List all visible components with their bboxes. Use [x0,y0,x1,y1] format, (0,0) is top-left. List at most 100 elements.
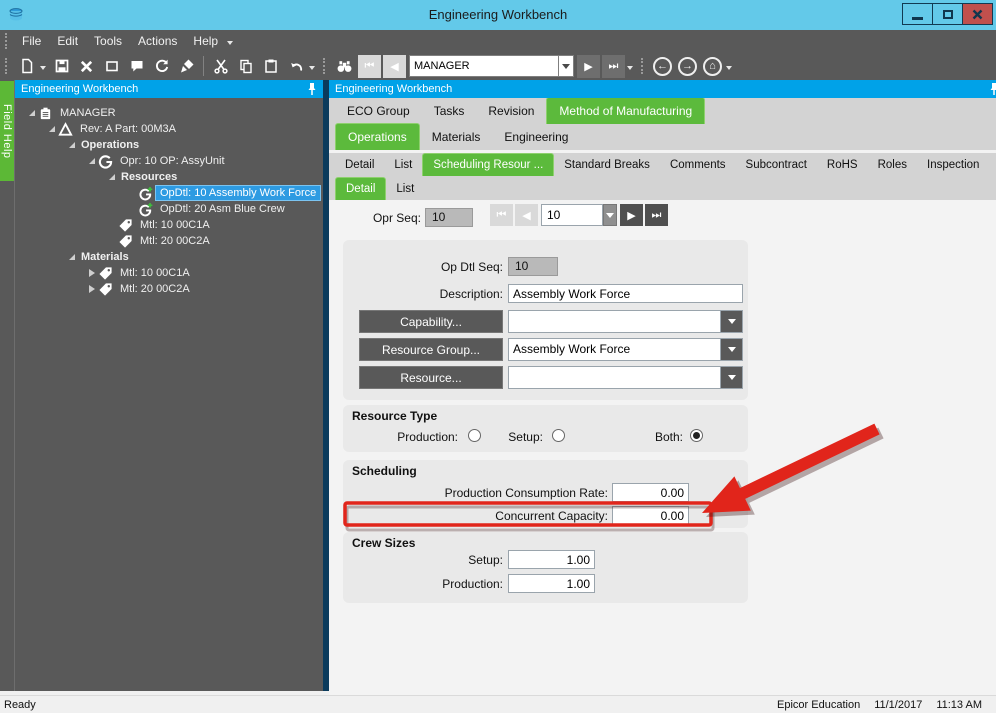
tab-rohs[interactable]: RoHS [817,156,868,176]
pin-icon[interactable] [306,82,318,99]
clear-button[interactable] [99,54,124,78]
toolbar-grip[interactable] [5,33,9,49]
record-first-button[interactable]: ⏮ [358,55,381,78]
forward-button[interactable]: → [678,57,697,76]
opr-combo-input[interactable] [541,204,603,226]
tab-tasks[interactable]: Tasks [422,100,477,124]
opr-next-button[interactable]: ▶ [620,204,643,226]
op-dtl-seq-label: Op Dtl Seq: [353,260,503,274]
tab-method-of-manufacturing[interactable]: Method of Manufacturing [546,97,705,124]
capability-button[interactable]: Capability... [359,310,503,333]
close-button[interactable] [962,3,993,25]
concurrent-capacity-field[interactable] [612,506,689,525]
clear-all-button[interactable] [174,54,199,78]
tab-roles[interactable]: Roles [868,156,917,176]
tab-inspection[interactable]: Inspection [917,156,989,176]
toolbar-grip[interactable] [323,58,327,74]
undo-button[interactable] [283,54,308,78]
tab-subcontract[interactable]: Subcontract [736,156,817,176]
both-radio[interactable] [690,429,703,442]
tab-eco-group[interactable]: ECO Group [335,100,422,124]
tree-item-mtl-20[interactable]: Mtl: 20 00C2A [15,233,323,249]
tab-list[interactable]: List [384,156,422,176]
record-last-button[interactable]: ⏭ [602,55,625,78]
capability-combo[interactable] [508,310,743,333]
tree-item-materials-mtl-20[interactable]: Mtl: 20 00C2A [15,281,323,297]
memo-button[interactable] [124,54,149,78]
group-icon [37,106,54,121]
nav-overflow-icon[interactable] [627,66,633,70]
resource-dropdown[interactable] [720,367,742,388]
user-combo-input[interactable] [409,55,559,77]
opr-last-button[interactable]: ⏭ [645,204,668,226]
toolbar-grip[interactable] [5,58,9,74]
new-dropdown-icon[interactable] [40,66,46,70]
opr-prev-button[interactable]: ◀ [515,204,538,226]
toolbar-grip[interactable] [641,58,645,74]
tree-item-materials-mtl-10[interactable]: Mtl: 10 00C1A [15,265,323,281]
resource-group-combo[interactable]: Assembly Work Force [508,338,743,361]
workbench-panel-header: Engineering Workbench [329,80,996,98]
clear-icon [104,58,120,74]
description-field[interactable] [508,284,743,303]
tab-revision[interactable]: Revision [476,100,546,124]
tree-item-operations[interactable]: Operations [15,137,323,153]
tab-detail[interactable]: Detail [335,156,384,176]
tab-sched-detail[interactable]: Detail [335,177,386,200]
tab-machine-mes[interactable]: Machine MES [989,156,996,176]
tab-standard-breaks[interactable]: Standard Breaks [554,156,660,176]
opr-first-button[interactable]: ⏮ [490,204,513,226]
cut-button[interactable] [208,54,233,78]
save-icon [54,58,70,74]
delete-button[interactable] [74,54,99,78]
paste-button[interactable] [258,54,283,78]
menu-file[interactable]: File [14,32,49,50]
history-overflow-icon[interactable] [726,66,732,70]
capability-dropdown[interactable] [720,311,742,332]
resource-combo[interactable] [508,366,743,389]
edit-overflow-icon[interactable] [309,66,315,70]
menu-actions[interactable]: Actions [130,32,185,50]
tree-item-opdtl-20[interactable]: OpDtl: 20 Asm Blue Crew [15,201,323,217]
opr-combo-dropdown[interactable] [603,204,617,226]
back-button[interactable]: ← [653,57,672,76]
user-combo-dropdown[interactable] [559,55,574,77]
save-button[interactable] [49,54,74,78]
record-prev-button[interactable]: ◀ [383,55,406,78]
new-button[interactable] [14,54,39,78]
tree-item-operation-10[interactable]: Opr: 10 OP: AssyUnit [15,153,323,169]
production-consumption-rate-field[interactable] [612,483,689,502]
resource-group-button[interactable]: Resource Group... [359,338,503,361]
tree-item-opdtl-10[interactable]: OpDtl: 10 Assembly Work Force [15,185,323,201]
home-icon: ⌂ [709,60,716,72]
copy-button[interactable] [233,54,258,78]
menu-overflow-icon[interactable] [227,41,233,45]
tab-operations[interactable]: Operations [335,123,420,150]
search-button[interactable] [332,54,357,78]
resource-button[interactable]: Resource... [359,366,503,389]
minimize-button[interactable] [902,3,933,25]
tab-sched-list[interactable]: List [386,180,424,200]
tree-item-revision[interactable]: Rev: A Part: 00M3A [15,121,323,137]
record-next-button[interactable]: ▶ [577,55,600,78]
menu-tools[interactable]: Tools [86,32,130,50]
maximize-button[interactable] [932,3,963,25]
tree-item-materials[interactable]: Materials [15,249,323,265]
tab-materials[interactable]: Materials [420,126,493,150]
tree-item-mtl-10[interactable]: Mtl: 10 00C1A [15,217,323,233]
refresh-button[interactable] [149,54,174,78]
menu-help[interactable]: Help [185,32,226,50]
setup-radio[interactable] [552,429,565,442]
crew-setup-field[interactable] [508,550,595,569]
tab-scheduling-resources[interactable]: Scheduling Resour ... [422,153,554,176]
menu-edit[interactable]: Edit [49,32,86,50]
tree-item-resources[interactable]: Resources [15,169,323,185]
tree-item-manager[interactable]: MANAGER [15,105,323,121]
tab-comments[interactable]: Comments [660,156,736,176]
resource-group-dropdown[interactable] [720,339,742,360]
crew-production-field[interactable] [508,574,595,593]
pin-icon[interactable] [988,82,996,99]
tab-engineering[interactable]: Engineering [492,126,580,150]
field-help-tab[interactable]: Field Help [0,81,14,181]
home-button[interactable]: ⌂ [703,57,722,76]
